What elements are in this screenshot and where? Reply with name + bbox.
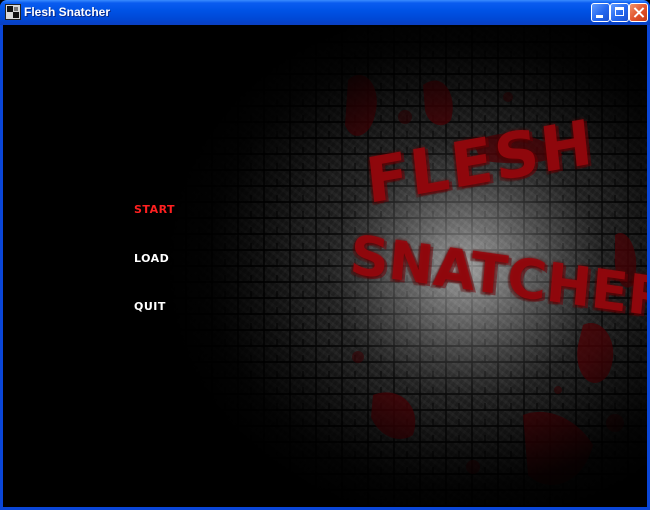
game-viewport: FLESH SNATCHER START LOAD QUIT — [3, 25, 647, 507]
maximize-button[interactable] — [610, 3, 629, 22]
menu-item-load[interactable]: LOAD — [134, 252, 169, 265]
app-icon[interactable] — [5, 4, 21, 20]
title-bar[interactable]: Flesh Snatcher — [0, 0, 650, 25]
window-title: Flesh Snatcher — [24, 5, 111, 19]
close-icon — [632, 5, 646, 19]
minimize-icon — [596, 15, 603, 18]
minimize-button[interactable] — [591, 3, 610, 22]
menu-item-quit[interactable]: QUIT — [134, 300, 166, 313]
menu-item-start[interactable]: START — [134, 203, 175, 216]
logo-line-snatcher: SNATCHER — [347, 222, 647, 331]
close-button[interactable] — [629, 3, 648, 22]
game-window: Flesh Snatcher FLESH SNATCHER START LOAD… — [0, 0, 650, 510]
maximize-icon — [615, 7, 624, 16]
game-logo: FLESH SNATCHER — [343, 105, 647, 375]
